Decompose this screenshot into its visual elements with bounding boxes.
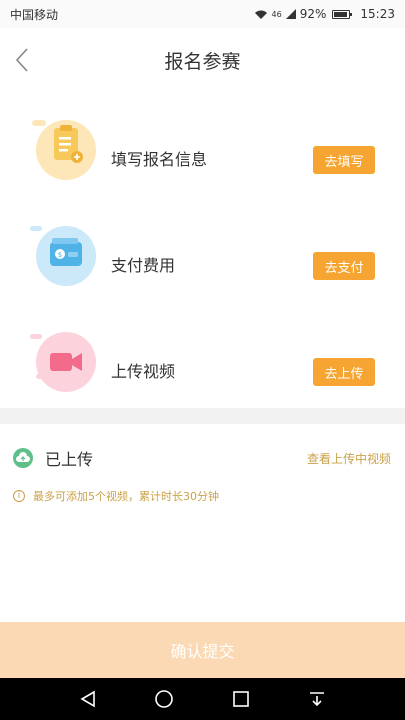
status-bar: 中国移动 46 92% 15:23 — [0, 0, 405, 28]
network-type: 46 — [271, 9, 282, 19]
video-camera-icon — [30, 326, 100, 396]
nav-home-button[interactable] — [152, 687, 176, 711]
step-upload-video: 上传视频 去上传 — [0, 312, 405, 418]
upload-button[interactable]: 去上传 — [313, 358, 375, 386]
info-icon: i — [13, 490, 25, 502]
battery-icon — [332, 9, 353, 19]
nav-recents-button[interactable] — [229, 687, 253, 711]
step-pay-fee: $ 支付费用 去支付 — [0, 206, 405, 312]
uploaded-title: 已上传 — [45, 450, 94, 469]
nav-back-button[interactable] — [76, 687, 100, 711]
status-right: 46 92% 15:23 — [254, 7, 395, 21]
upload-tip: i 最多可添加5个视频，累计时长30分钟 — [13, 488, 219, 504]
page-title: 报名参赛 — [164, 50, 241, 73]
square-recents-icon — [232, 691, 249, 707]
wallet-icon: $ — [30, 220, 100, 290]
pay-button[interactable]: 去支付 — [313, 252, 375, 280]
step-label: 填写报名信息 — [111, 150, 208, 169]
circle-home-icon — [155, 690, 174, 708]
triangle-back-icon — [80, 690, 95, 708]
clipboard-icon — [30, 114, 100, 184]
back-button[interactable] — [12, 46, 36, 74]
fill-info-button[interactable]: 去填写 — [313, 146, 375, 174]
wifi-icon — [254, 10, 267, 19]
carrier-name: 中国移动 — [10, 7, 59, 22]
step-label: 上传视频 — [111, 362, 176, 381]
uploaded-header: 已上传 — [13, 446, 93, 470]
view-uploading-videos-link[interactable]: 查看上传中视频 — [307, 450, 391, 467]
svg-text:$: $ — [58, 251, 62, 259]
system-navigation-bar — [0, 678, 405, 720]
step-fill-info: 填写报名信息 去填写 — [0, 100, 405, 206]
cloud-upload-icon — [13, 448, 33, 468]
battery-percent: 92% — [299, 7, 327, 21]
pull-down-icon — [309, 692, 324, 707]
page-header: 报名参赛 — [0, 28, 405, 92]
clock: 15:23 — [360, 7, 395, 21]
confirm-submit-button[interactable]: 确认提交 — [0, 622, 405, 678]
signup-steps: 填写报名信息 去填写 $ 支付费用 去支付 上传视频 去上传 — [0, 92, 405, 408]
nav-notifications-button[interactable] — [305, 687, 329, 711]
signal-icon — [285, 9, 296, 19]
step-label: 支付费用 — [111, 256, 176, 275]
tip-text: 最多可添加5个视频，累计时长30分钟 — [33, 490, 219, 503]
chevron-left-icon — [15, 48, 28, 72]
